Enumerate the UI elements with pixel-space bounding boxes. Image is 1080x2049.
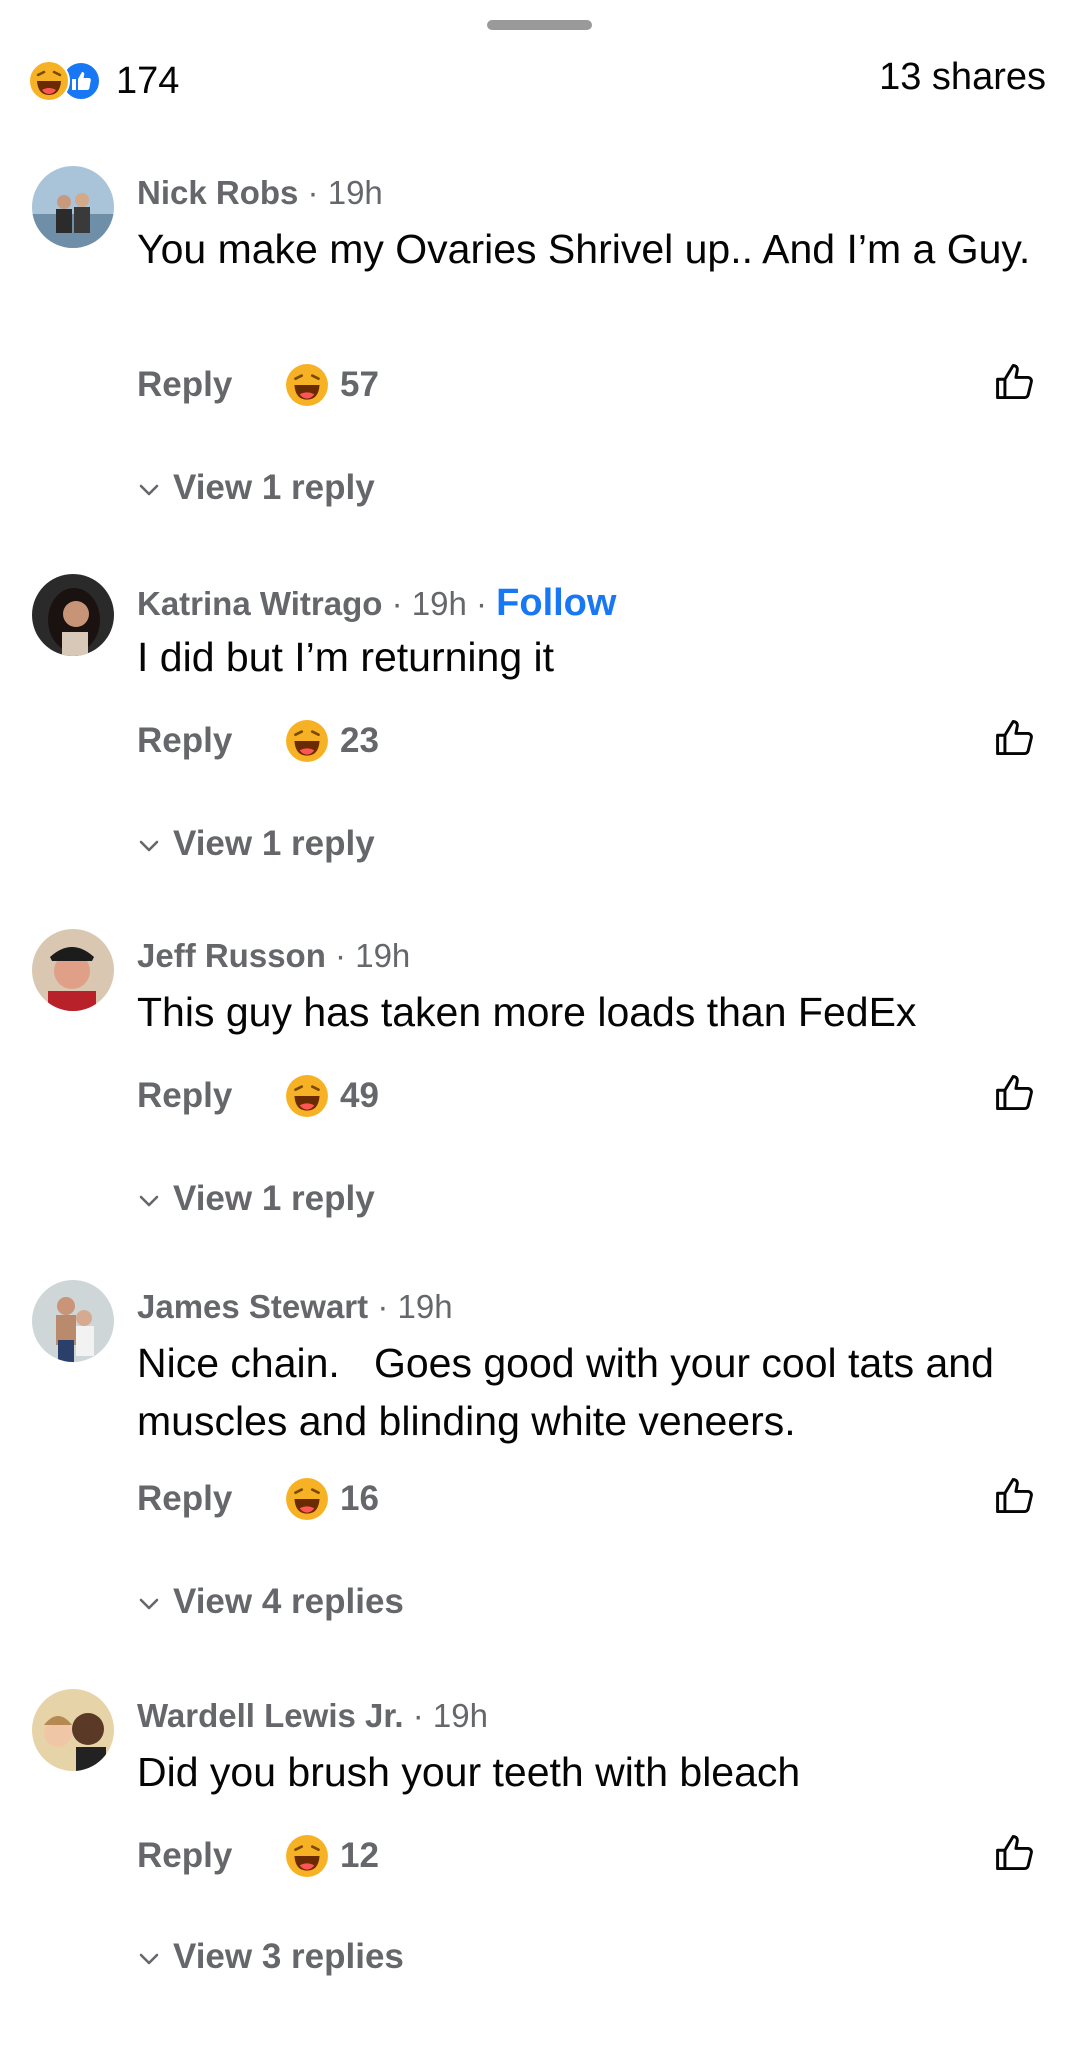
comment-text: I did but I’m returning it xyxy=(137,634,555,680)
reaction-count[interactable]: 12 xyxy=(340,1831,379,1881)
comment-meta: James Stewart · 19h xyxy=(137,1288,453,1326)
haha-icon xyxy=(286,720,328,762)
reply-button[interactable]: Reply xyxy=(137,1831,232,1881)
reaction-count[interactable]: 49 xyxy=(340,1071,379,1121)
avatar[interactable] xyxy=(32,166,114,248)
comment: Jeff Russon · 19h This guy has taken mor… xyxy=(0,929,1080,1289)
shares-count[interactable]: 13 shares xyxy=(879,56,1046,99)
comment-text: You make my Ovaries Shrivel up.. And I’m… xyxy=(137,226,1031,272)
author-name[interactable]: Jeff Russon xyxy=(137,937,326,974)
like-icon[interactable] xyxy=(993,1071,1037,1115)
reply-button[interactable]: Reply xyxy=(137,1071,232,1121)
author-name[interactable]: James Stewart xyxy=(137,1288,368,1325)
comment-actions: Reply 57 xyxy=(137,360,1037,410)
comment-actions: Reply 23 xyxy=(137,716,1037,766)
separator: · xyxy=(335,937,356,974)
separator: · xyxy=(307,174,328,211)
comment: James Stewart · 19h Nice chain. Goes goo… xyxy=(0,1280,1080,1640)
view-replies-label: View 1 reply xyxy=(173,824,375,863)
view-replies-button[interactable]: View 1 reply xyxy=(137,824,375,864)
chevron-down-icon xyxy=(139,1598,159,1610)
haha-icon xyxy=(286,1835,328,1877)
comment-meta: Katrina Witrago · 19h · Follow xyxy=(137,582,616,625)
comment-meta: Wardell Lewis Jr. · 19h xyxy=(137,1697,488,1735)
comment-actions: Reply 49 xyxy=(137,1071,1037,1121)
view-replies-button[interactable]: View 1 reply xyxy=(137,1179,375,1219)
haha-icon xyxy=(286,1478,328,1520)
like-icon[interactable] xyxy=(993,1831,1037,1875)
reply-button[interactable]: Reply xyxy=(137,1474,232,1524)
author-name[interactable]: Katrina Witrago xyxy=(137,585,382,622)
timestamp: 19h xyxy=(411,585,467,622)
separator: · xyxy=(377,1288,398,1325)
avatar[interactable] xyxy=(32,1689,114,1771)
chevron-down-icon xyxy=(139,1195,159,1207)
view-replies-label: View 1 reply xyxy=(173,468,375,507)
reaction-count[interactable]: 57 xyxy=(340,360,379,410)
avatar[interactable] xyxy=(32,929,114,1011)
timestamp: 19h xyxy=(327,174,383,211)
timestamp: 19h xyxy=(432,1697,488,1734)
like-icon[interactable] xyxy=(993,1474,1037,1518)
like-icon[interactable] xyxy=(993,716,1037,760)
haha-icon xyxy=(286,1075,328,1117)
comment-text: This guy has taken more loads than FedEx xyxy=(137,989,917,1035)
chevron-down-icon xyxy=(139,840,159,852)
drag-handle[interactable] xyxy=(487,20,592,30)
comment-meta: Nick Robs · 19h xyxy=(137,174,383,212)
separator: · xyxy=(391,585,412,622)
reply-button[interactable]: Reply xyxy=(137,360,232,410)
view-replies-button[interactable]: View 4 replies xyxy=(137,1582,404,1622)
reaction-count[interactable]: 23 xyxy=(340,716,379,766)
view-replies-button[interactable]: View 3 replies xyxy=(137,1937,404,1977)
view-replies-label: View 4 replies xyxy=(173,1582,404,1621)
chevron-down-icon xyxy=(139,484,159,496)
comment: Nick Robs · 19h You make my Ovaries Shri… xyxy=(0,166,1080,526)
comment: Katrina Witrago · 19h · Follow I did but… xyxy=(0,574,1080,934)
reaction-count[interactable]: 16 xyxy=(340,1474,379,1524)
separator: · xyxy=(475,585,497,622)
comment-actions: Reply 12 xyxy=(137,1831,1037,1881)
comment: Wardell Lewis Jr. · 19h Did you brush yo… xyxy=(0,1689,1080,2049)
author-name[interactable]: Nick Robs xyxy=(137,174,298,211)
timestamp: 19h xyxy=(397,1288,453,1325)
like-icon[interactable] xyxy=(993,360,1037,404)
view-replies-button[interactable]: View 1 reply xyxy=(137,468,375,508)
comment-meta: Jeff Russon · 19h xyxy=(137,937,410,975)
reaction-count: 174 xyxy=(116,59,180,102)
comment-actions: Reply 16 xyxy=(137,1474,1037,1524)
haha-icon xyxy=(28,60,70,102)
comment-text: Did you brush your teeth with bleach xyxy=(137,1749,801,1795)
view-replies-label: View 1 reply xyxy=(173,1179,375,1218)
chevron-down-icon xyxy=(139,1953,159,1965)
avatar[interactable] xyxy=(32,1280,114,1362)
reply-button[interactable]: Reply xyxy=(137,716,232,766)
author-name[interactable]: Wardell Lewis Jr. xyxy=(137,1697,404,1734)
follow-button[interactable]: Follow xyxy=(496,582,616,624)
view-replies-label: View 3 replies xyxy=(173,1937,404,1976)
reaction-summary[interactable]: 174 xyxy=(28,56,179,106)
haha-icon xyxy=(286,364,328,406)
comment-text: Nice chain. Goes good with your cool tat… xyxy=(137,1340,1006,1444)
avatar[interactable] xyxy=(32,574,114,656)
separator: · xyxy=(412,1697,433,1734)
timestamp: 19h xyxy=(355,937,411,974)
comments-sheet: 174 13 shares Nick Robs · 19h You make m… xyxy=(0,0,1080,1983)
